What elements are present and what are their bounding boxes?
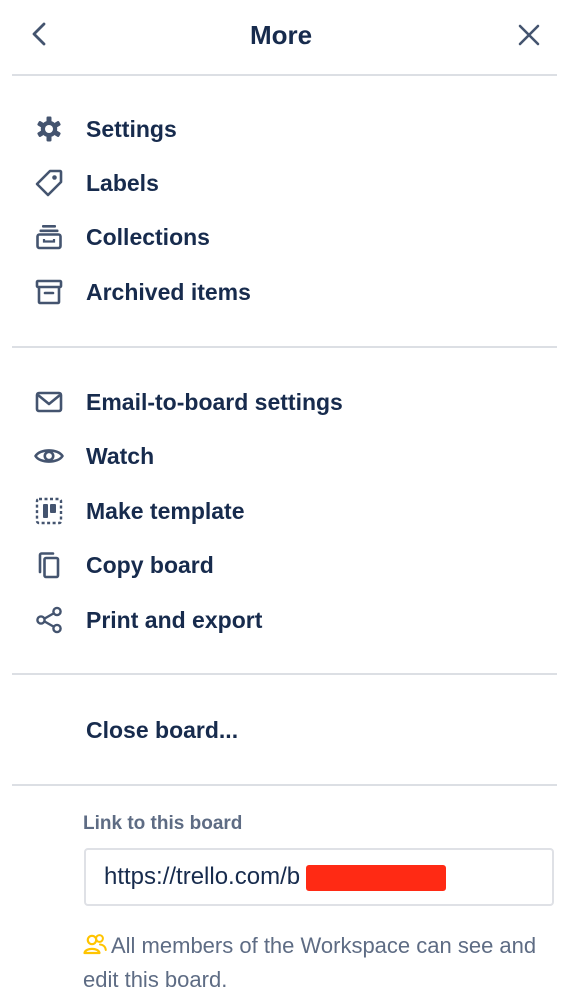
close-button[interactable] [511, 17, 547, 53]
workspace-members-icon [83, 932, 107, 964]
menu-item-label: Make template [86, 497, 245, 524]
tag-icon [20, 159, 78, 207]
divider [12, 784, 557, 786]
copy-icon [20, 541, 78, 589]
menu-icon-spacer [20, 706, 78, 754]
gear-icon [20, 105, 78, 153]
menu-item-settings[interactable]: Settings [20, 105, 540, 153]
visibility-note: All members of the Workspace can see and… [83, 930, 553, 996]
share-icon [20, 596, 78, 644]
menu-item-label: Settings [86, 115, 177, 142]
panel-header: More [0, 0, 562, 74]
divider [12, 74, 557, 76]
menu-item-label: Archived items [86, 278, 251, 305]
visibility-note-text: All members of the Workspace can see and… [83, 933, 537, 992]
template-icon [20, 487, 78, 535]
link-label: Link to this board [83, 813, 243, 834]
menu-item-label: Email-to-board settings [86, 388, 343, 415]
menu-item-print-and-export[interactable]: Print and export [20, 596, 540, 644]
menu-item-label: Collections [86, 223, 210, 250]
menu-item-watch[interactable]: Watch [20, 432, 540, 480]
divider [12, 673, 557, 675]
menu-item-email-to-board[interactable]: Email-to-board settings [20, 378, 540, 426]
menu-item-label: Copy board [86, 551, 214, 578]
archive-icon [20, 268, 78, 316]
redaction-mark [306, 865, 446, 891]
menu-item-make-template[interactable]: Make template [20, 487, 540, 535]
menu-item-copy-board[interactable]: Copy board [20, 541, 540, 589]
panel-title: More [249, 20, 313, 50]
menu-item-label: Close board... [86, 716, 239, 743]
eye-icon [20, 432, 78, 480]
menu-item-archived-items[interactable]: Archived items [20, 268, 540, 316]
menu-item-labels[interactable]: Labels [20, 159, 540, 207]
menu-item-label: Watch [86, 442, 155, 469]
close-icon [518, 24, 540, 46]
menu-item-label: Labels [86, 169, 159, 196]
collections-icon [20, 213, 78, 261]
menu-item-collections[interactable]: Collections [20, 213, 540, 261]
divider [12, 346, 557, 348]
email-icon [20, 378, 78, 426]
menu-item-close-board[interactable]: Close board... [20, 706, 540, 754]
menu-item-label: Print and export [86, 606, 263, 633]
